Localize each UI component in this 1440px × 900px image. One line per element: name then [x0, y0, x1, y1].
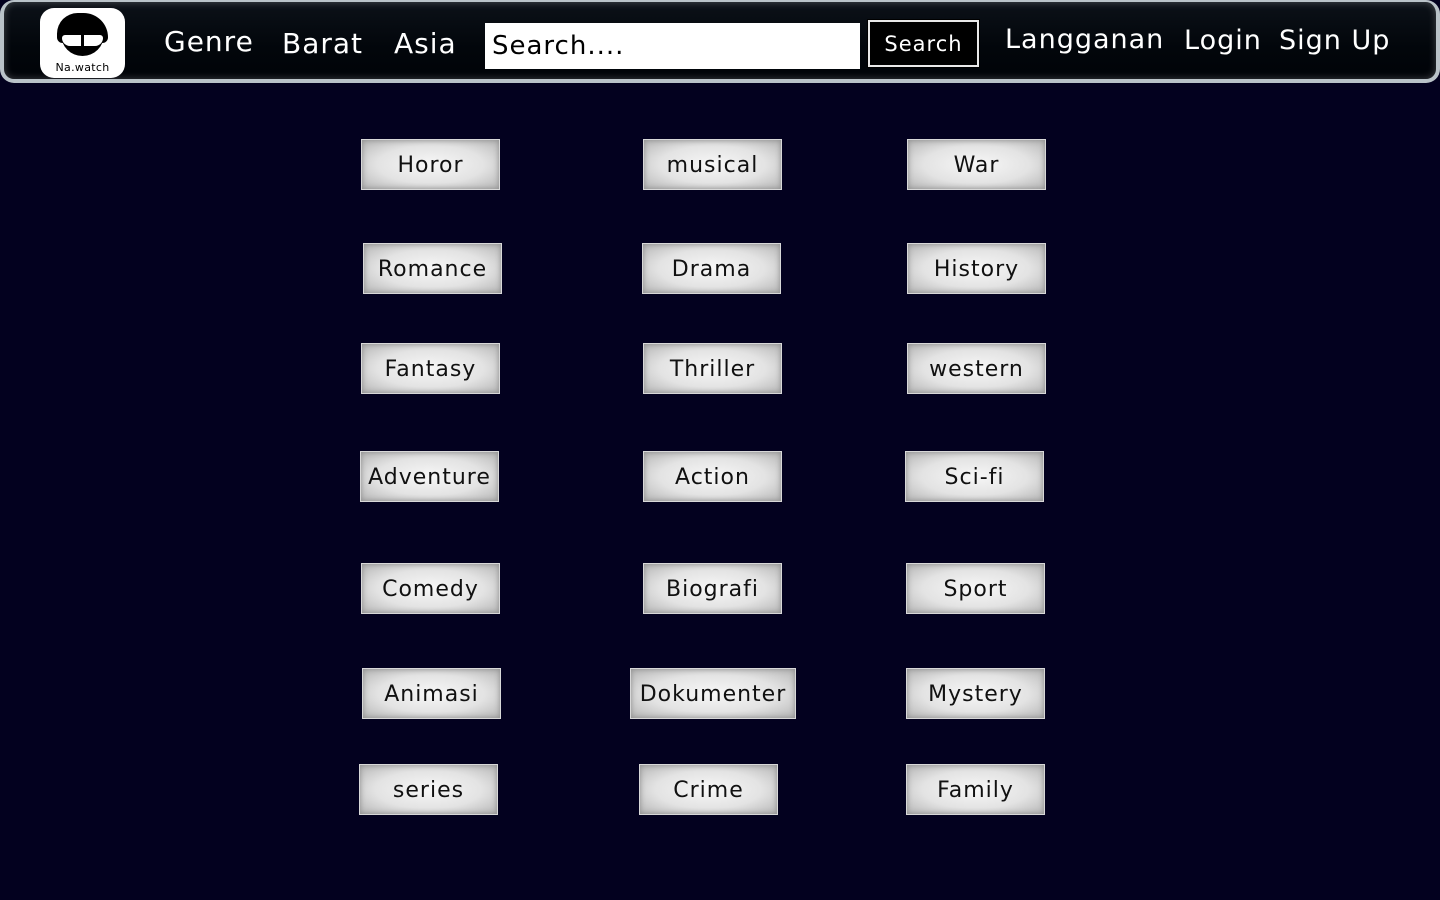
- logo-sunglasses-icon: [62, 35, 103, 46]
- genre-button-sci-fi[interactable]: Sci-fi: [905, 451, 1044, 502]
- search-input[interactable]: [485, 23, 860, 69]
- nav-link-asia[interactable]: Asia: [394, 27, 457, 60]
- genre-button-series[interactable]: series: [359, 764, 498, 815]
- genre-button-war[interactable]: War: [907, 139, 1046, 190]
- nav-link-langganan[interactable]: Langganan: [1005, 24, 1164, 55]
- nav-link-genre[interactable]: Genre: [164, 25, 254, 58]
- genre-button-musical[interactable]: musical: [643, 139, 782, 190]
- nav-link-login[interactable]: Login: [1184, 25, 1262, 56]
- genre-button-romance[interactable]: Romance: [363, 243, 502, 294]
- genre-button-family[interactable]: Family: [906, 764, 1045, 815]
- search-button[interactable]: Search: [867, 19, 980, 68]
- logo-brand-text: Na.watch: [55, 61, 110, 74]
- genre-button-western[interactable]: western: [907, 343, 1046, 394]
- genre-button-mystery[interactable]: Mystery: [906, 668, 1045, 719]
- top-navbar: Na.watch Genre Barat Asia Search Langgan…: [0, 0, 1440, 83]
- site-logo[interactable]: Na.watch: [40, 8, 125, 78]
- genre-button-history[interactable]: History: [907, 243, 1046, 294]
- nav-link-signup[interactable]: Sign Up: [1279, 25, 1390, 56]
- genre-button-animasi[interactable]: Animasi: [362, 668, 501, 719]
- nav-link-barat[interactable]: Barat: [282, 27, 363, 60]
- genre-button-crime[interactable]: Crime: [639, 764, 778, 815]
- genre-button-biografi[interactable]: Biografi: [643, 563, 782, 614]
- genre-button-drama[interactable]: Drama: [642, 243, 781, 294]
- genre-button-dokumenter[interactable]: Dokumenter: [630, 668, 796, 719]
- genre-button-adventure[interactable]: Adventure: [360, 451, 499, 502]
- genre-button-horor[interactable]: Horor: [361, 139, 500, 190]
- genre-button-action[interactable]: Action: [643, 451, 782, 502]
- genre-button-comedy[interactable]: Comedy: [361, 563, 500, 614]
- genre-button-thriller[interactable]: Thriller: [643, 343, 782, 394]
- genre-button-fantasy[interactable]: Fantasy: [361, 343, 500, 394]
- genre-button-sport[interactable]: Sport: [906, 563, 1045, 614]
